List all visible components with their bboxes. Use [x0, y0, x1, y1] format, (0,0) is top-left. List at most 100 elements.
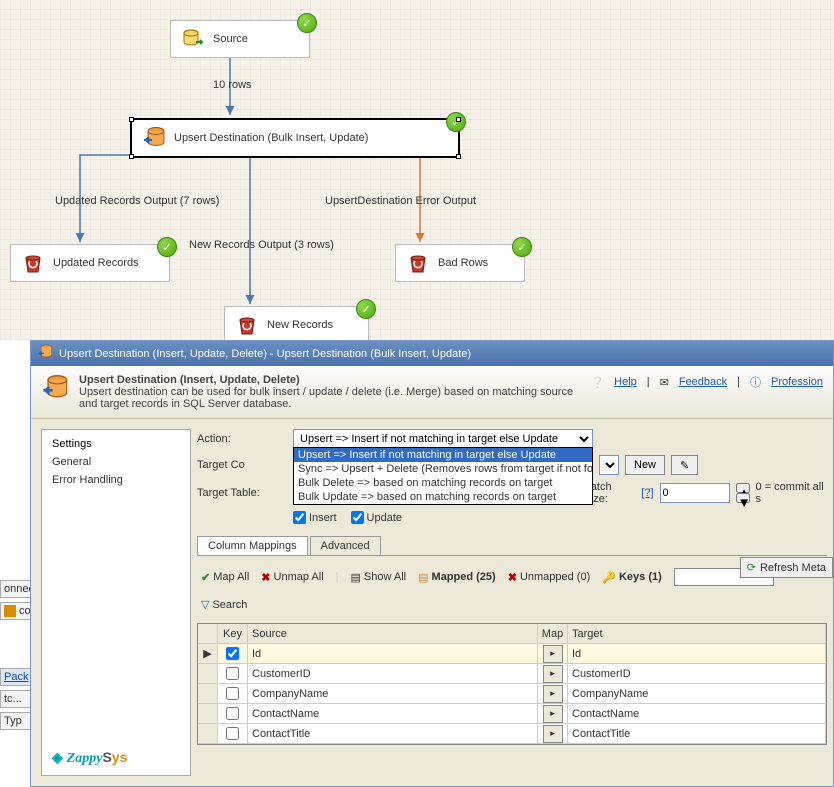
settings-pane: Action: Upsert => Insert if not matching…: [191, 419, 833, 786]
source-cell[interactable]: ContactName: [248, 704, 538, 723]
dialog-titlebar[interactable]: Upsert Destination (Insert, Update, Dele…: [31, 341, 833, 366]
target-cell[interactable]: Id: [568, 644, 826, 663]
target-cell[interactable]: ContactName: [568, 704, 826, 723]
keys-filter[interactable]: 🔑Keys (1): [602, 571, 662, 584]
key-cell[interactable]: [218, 704, 248, 723]
mapping-tabs: Column Mappings Advanced: [197, 536, 827, 556]
table-row[interactable]: CustomerID▸CustomerID: [198, 664, 826, 684]
database-upsert-icon: [41, 374, 69, 402]
key-checkbox[interactable]: [226, 707, 239, 720]
tab-settings[interactable]: Settings: [48, 436, 184, 452]
feedback-link[interactable]: Feedback: [679, 376, 727, 388]
key-cell[interactable]: [218, 684, 248, 703]
target-cell[interactable]: CustomerID: [568, 664, 826, 683]
map-all-button[interactable]: ✔Map All: [201, 571, 249, 584]
key-cell[interactable]: [218, 664, 248, 683]
action-option-sync[interactable]: Sync => Upsert + Delete (Removes rows fr…: [294, 462, 592, 476]
map-cell[interactable]: ▸: [538, 724, 568, 743]
unmap-all-button[interactable]: ✖Unmap All: [261, 571, 323, 584]
node-bad-rows[interactable]: Bad Rows ✓: [395, 244, 525, 282]
dialog-head-desc: Upsert destination can be used for bulk …: [79, 386, 580, 410]
target-conn-label: Target Co: [197, 459, 287, 471]
row-header: [198, 664, 218, 683]
pencil-icon: ✎: [680, 460, 689, 472]
batch-down-button[interactable]: ▼: [736, 493, 750, 503]
row-header: [198, 724, 218, 743]
key-icon: 🔑: [602, 571, 616, 584]
search-button[interactable]: ▽Search: [201, 598, 247, 611]
table-row[interactable]: ▶Id▸Id: [198, 644, 826, 664]
dialog-head-title: Upsert Destination (Insert, Update, Dele…: [79, 374, 580, 386]
refresh-metadata-button[interactable]: ⟳ Refresh Meta: [740, 557, 833, 578]
profession-link[interactable]: Profession: [771, 376, 823, 388]
mapping-toolbar: ✔Map All ✖Unmap All | ▤Show All ▤Mapped …: [197, 562, 827, 617]
mapped-filter[interactable]: ▤Mapped (25): [418, 571, 496, 584]
mapping-grid[interactable]: Key Source Map Target ▶Id▸IdCustomerID▸C…: [197, 623, 827, 745]
insert-checkbox[interactable]: [293, 511, 306, 524]
recycle-bin-icon: [21, 251, 45, 275]
target-table-label: Target Table:: [197, 487, 281, 499]
recycle-bin-icon: [406, 251, 430, 275]
node-updated-records[interactable]: Updated Records ✓: [10, 244, 170, 282]
wifi-icon: ◈: [52, 749, 63, 765]
tab-general[interactable]: General: [48, 454, 184, 470]
help-link[interactable]: Help: [614, 376, 637, 388]
key-checkbox[interactable]: [226, 687, 239, 700]
flow-canvas[interactable]: 10 rows Updated Records Output (7 rows) …: [0, 0, 834, 340]
table-row[interactable]: ContactTitle▸ContactTitle: [198, 724, 826, 744]
key-checkbox[interactable]: [226, 647, 239, 660]
key-cell[interactable]: [218, 724, 248, 743]
map-cell[interactable]: ▸: [538, 704, 568, 723]
source-cell[interactable]: ContactTitle: [248, 724, 538, 743]
connection-icon: [4, 605, 16, 617]
action-select[interactable]: Upsert => Insert if not matching in targ…: [293, 429, 593, 449]
tab-column-mappings[interactable]: Column Mappings: [197, 536, 308, 555]
recycle-bin-icon: [235, 313, 259, 337]
key-checkbox[interactable]: [226, 727, 239, 740]
settings-nav[interactable]: Settings General Error Handling ◈ ZappyS…: [41, 429, 191, 776]
action-option-bulk-delete[interactable]: Bulk Delete => based on matching records…: [294, 476, 592, 490]
key-checkbox[interactable]: [226, 667, 239, 680]
key-cell[interactable]: [218, 644, 248, 663]
table-row[interactable]: CompanyName ▸ CompanyName: [198, 684, 826, 704]
source-cell[interactable]: CustomerID: [248, 664, 538, 683]
table-row[interactable]: ContactName▸ContactName: [198, 704, 826, 724]
row-header: [198, 704, 218, 723]
show-all-button[interactable]: ▤Show All: [351, 571, 407, 584]
edge-label-new: New Records Output (3 rows): [186, 238, 337, 252]
batch-size-input[interactable]: [660, 483, 730, 503]
node-source[interactable]: Source ✓: [170, 20, 310, 58]
action-option-bulk-update[interactable]: Bulk Update => based on matching records…: [294, 490, 592, 504]
node-new-records[interactable]: New Records ✓: [224, 306, 369, 344]
target-cell[interactable]: ContactTitle: [568, 724, 826, 743]
x-icon: ✖: [261, 571, 270, 584]
target-conn-select[interactable]: [599, 455, 619, 475]
refresh-icon: ⟳: [747, 561, 756, 574]
action-dropdown-list[interactable]: Upsert => Insert if not matching in targ…: [293, 447, 593, 505]
filter-icon: ▽: [201, 598, 209, 611]
new-connection-button[interactable]: New: [625, 455, 665, 475]
dialog-title-text: Upsert Destination (Insert, Update, Dele…: [59, 348, 471, 360]
database-upsert-icon: [142, 126, 166, 150]
map-cell[interactable]: ▸: [538, 664, 568, 683]
node-upsert-destination[interactable]: Upsert Destination (Bulk Insert, Update)…: [130, 118, 460, 158]
batch-help-link[interactable]: [?]: [641, 487, 653, 499]
info-icon: ⓘ: [750, 374, 761, 390]
action-option-upsert[interactable]: Upsert => Insert if not matching in targ…: [294, 448, 592, 462]
map-cell[interactable]: ▸: [538, 684, 568, 703]
source-cell[interactable]: CompanyName: [248, 684, 538, 703]
target-cell[interactable]: CompanyName: [568, 684, 826, 703]
source-cell[interactable]: Id: [248, 644, 538, 663]
arrow-right-icon: ▸: [543, 685, 563, 703]
edit-connection-button[interactable]: ✎: [671, 455, 698, 475]
tab-advanced[interactable]: Advanced: [310, 536, 381, 555]
checkmark-icon: ✓: [512, 237, 532, 257]
unmapped-filter[interactable]: ✖Unmapped (0): [508, 571, 591, 584]
tab-error-handling[interactable]: Error Handling: [48, 472, 184, 488]
map-cell[interactable]: ▸: [538, 644, 568, 663]
checkmark-icon: ✓: [356, 299, 376, 319]
update-checkbox[interactable]: [351, 511, 364, 524]
batch-up-button[interactable]: ▲: [736, 483, 750, 493]
grid-header: Key Source Map Target: [198, 624, 826, 644]
database-upsert-icon: [37, 344, 53, 363]
